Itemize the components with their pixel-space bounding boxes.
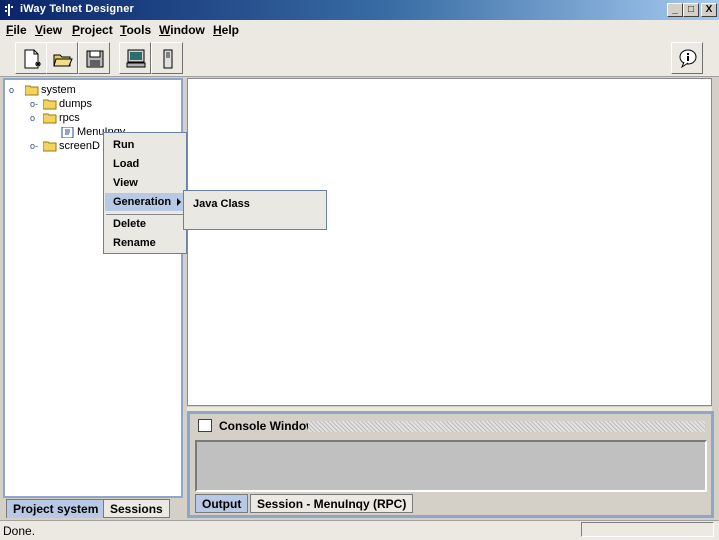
folder-icon — [43, 99, 57, 110]
menu-window[interactable]: Window — [159, 23, 205, 37]
menu-item-view[interactable]: View — [105, 174, 185, 192]
open-folder-icon — [25, 85, 39, 96]
rpc-file-icon — [61, 127, 74, 138]
new-file-button[interactable] — [15, 42, 47, 74]
device-button[interactable] — [151, 42, 183, 74]
editor-area[interactable] — [187, 78, 712, 406]
minimize-button[interactable]: _ — [667, 3, 683, 17]
device-icon — [163, 49, 173, 69]
tab-project-system[interactable]: Project system — [6, 499, 106, 518]
menu-bar: File View Project Tools Window Help — [0, 20, 719, 39]
save-button[interactable] — [78, 42, 110, 74]
generation-submenu: Java Class — [183, 190, 327, 230]
save-disk-icon — [86, 50, 104, 68]
console-output-area[interactable] — [195, 440, 707, 492]
title-bar: iWay Telnet Designer _ □ X — [0, 0, 719, 20]
tab-session-menuinqy[interactable]: Session - MenuInqy (RPC) — [250, 494, 414, 513]
help-info-button[interactable] — [671, 42, 703, 74]
expand-handle-dumps[interactable]: o- — [30, 99, 38, 109]
menu-view[interactable]: View — [35, 23, 62, 37]
open-folder-icon — [43, 113, 57, 124]
new-file-icon — [24, 49, 41, 69]
collapse-handle-rpcs[interactable]: o — [30, 113, 35, 123]
console-drag-handle[interactable] — [308, 421, 705, 432]
expand-handle-screend[interactable]: o- — [30, 141, 38, 151]
status-field — [581, 522, 714, 537]
menu-item-load[interactable]: Load — [105, 155, 185, 173]
monitor-icon — [126, 49, 146, 68]
menu-help[interactable]: Help — [213, 23, 239, 37]
info-bubble-icon — [679, 49, 697, 69]
maximize-button[interactable]: □ — [683, 3, 699, 17]
console-window-icon — [198, 419, 212, 432]
open-folder-icon — [53, 54, 73, 67]
open-folder-button[interactable] — [46, 42, 78, 74]
close-button[interactable]: X — [701, 3, 717, 17]
console-title: Console Window — [219, 419, 316, 433]
menu-item-delete[interactable]: Delete — [105, 215, 185, 233]
menu-item-java-class[interactable]: Java Class — [185, 195, 325, 213]
menu-file[interactable]: File — [6, 23, 27, 37]
session-monitor-button[interactable] — [119, 42, 151, 74]
context-menu: Run Load View Generation Delete Rename — [103, 132, 187, 254]
console-header: Console Window — [195, 417, 707, 435]
app-icon — [5, 4, 13, 16]
menu-item-rename[interactable]: Rename — [105, 234, 185, 252]
menu-item-run[interactable]: Run — [105, 136, 185, 154]
collapse-handle-system[interactable]: o — [9, 85, 14, 95]
toolbar — [0, 39, 719, 77]
tab-sessions[interactable]: Sessions — [103, 499, 170, 518]
console-window: Console Window Output Session - MenuInqy… — [187, 411, 714, 518]
status-bar: Done. — [0, 520, 719, 540]
window-title: iWay Telnet Designer — [20, 3, 135, 15]
left-tab-strip: Project system Sessions — [3, 499, 183, 519]
status-text: Done. — [3, 524, 36, 538]
menu-tools[interactable]: Tools — [120, 23, 151, 37]
tab-output[interactable]: Output — [195, 494, 249, 513]
submenu-arrow-icon — [177, 198, 181, 206]
menu-project[interactable]: Project — [72, 23, 113, 37]
folder-icon — [43, 141, 57, 152]
menu-item-generation[interactable]: Generation — [105, 193, 185, 211]
